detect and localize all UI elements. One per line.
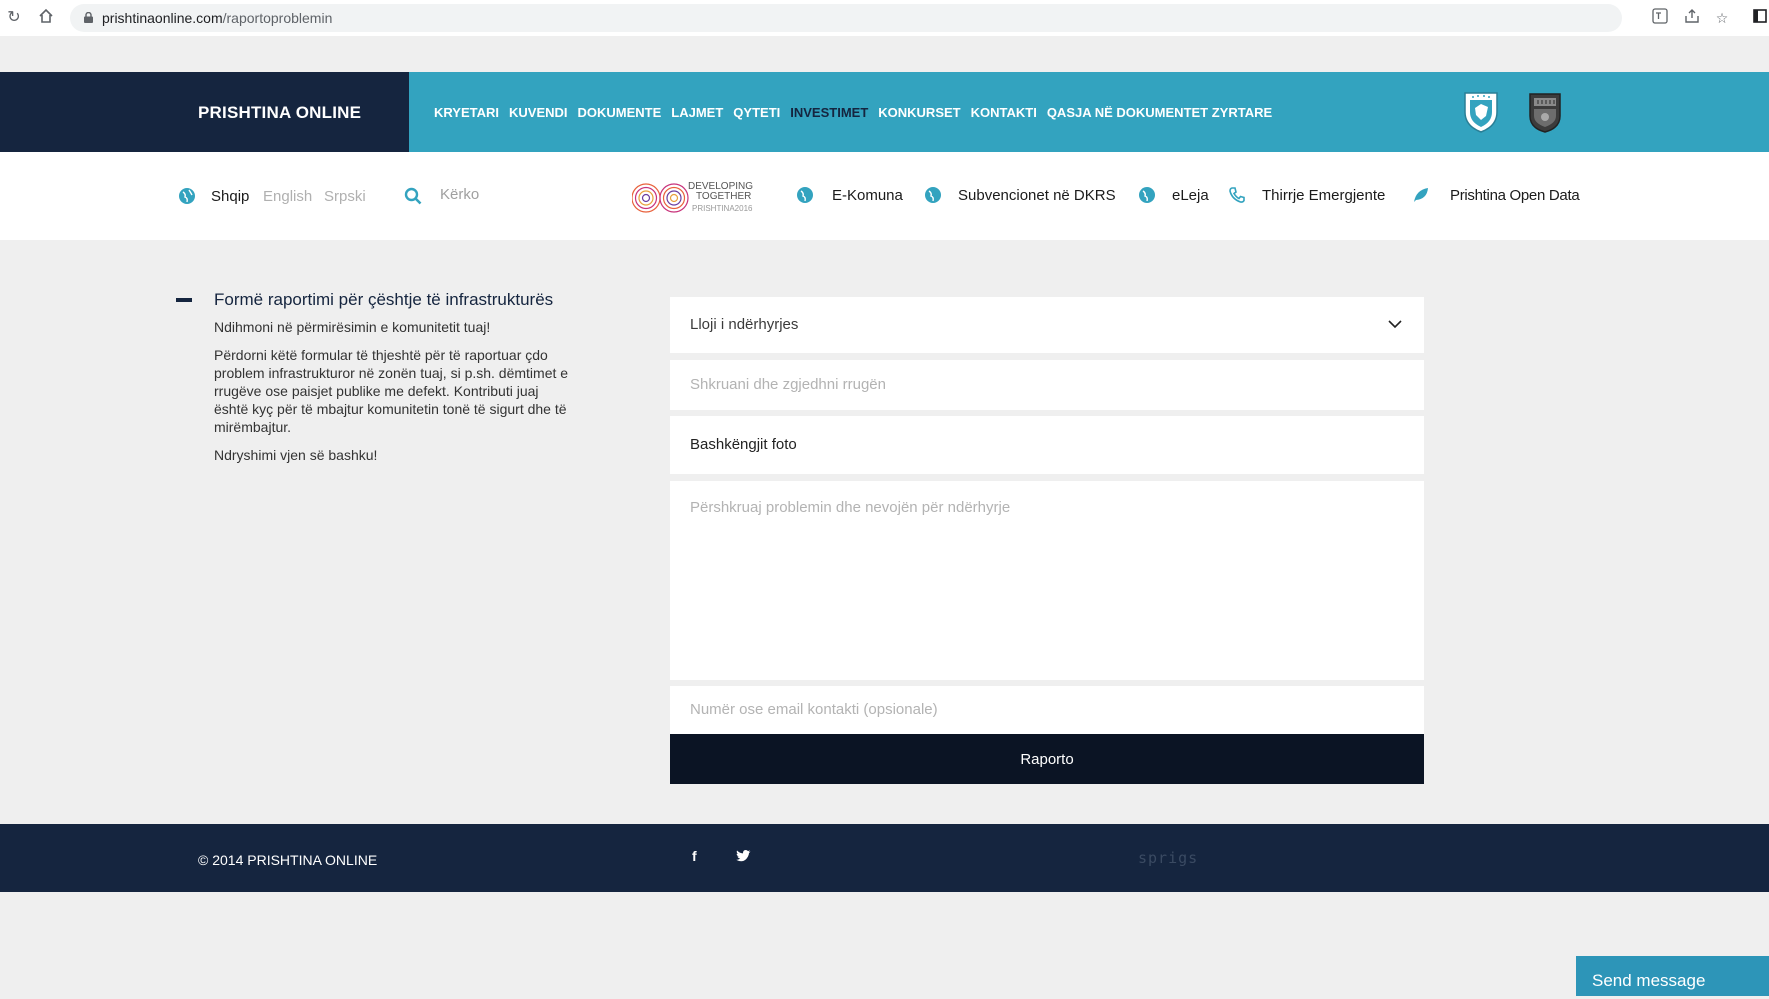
description-paragraph: Përdorni këtë formular të thjeshtë për t… [214,346,634,436]
phone-icon [1229,187,1245,203]
intervention-type-select[interactable]: Lloji i ndërhyrjes [670,297,1424,353]
collapse-dash-icon[interactable] [176,298,192,302]
copyright-text: © 2014 PRISHTINA ONLINE [198,852,378,868]
lock-icon [84,12,93,23]
intervention-type-label: Lloji i ndërhyrjes [690,316,799,333]
contact-field[interactable] [670,686,1424,734]
desc-line: është kyç për të mbajtur komunitetin ton… [214,401,567,417]
translate-icon[interactable] [1650,8,1670,28]
globe-icon [179,188,195,204]
nav-kryetari[interactable]: KRYETARI [434,105,499,120]
street-field[interactable] [670,360,1424,410]
nav-kontakti[interactable]: KONTAKTI [971,105,1037,120]
site-footer: © 2014 PRISHTINA ONLINE f sprigs [0,824,1769,892]
photo-upload[interactable]: Bashkëngjit foto [670,416,1424,474]
globe-link-icon [925,187,941,203]
site-header: PRISHTINA ONLINE KRYETARI KUVENDI DOKUME… [0,72,1769,152]
developing-together-text: DEVELOPING TOGETHER [688,182,753,202]
nav-qyteti[interactable]: QYTETI [733,105,780,120]
sidepanel-icon[interactable] [1750,8,1769,28]
twitter-icon[interactable] [736,850,751,863]
url-path: /raportoproblemin [222,10,333,26]
link-subvencionet[interactable]: Subvencionet në DKRS [958,187,1116,204]
leaf-icon [1414,188,1428,202]
nav-kuvendi[interactable]: KUVENDI [509,105,568,120]
desc-line: mirëmbajtur. [214,419,292,435]
bookmark-star-icon[interactable]: ☆ [1712,8,1732,28]
kosovo-emblem-icon[interactable] [1462,90,1500,134]
link-eleja[interactable]: eLeja [1172,187,1209,204]
closing-text: Ndryshimi vjen së bashku! [214,447,378,463]
url-text: prishtinaonline.com/raportoproblemin [102,10,332,26]
nav-qasja-dokumentet[interactable]: QASJA NË DOKUMENTET ZYRTARE [1047,105,1272,120]
lang-shqip[interactable]: Shqip [211,188,249,205]
intro-text: Ndihmoni në përmirësimin e komunitetit t… [214,319,491,335]
search-icon[interactable] [404,187,422,205]
nav-lajmet[interactable]: LAJMET [671,105,723,120]
report-submit-button[interactable]: Raporto [670,734,1424,784]
contact-input[interactable] [690,701,1390,718]
search-input[interactable] [440,186,560,203]
main-nav: KRYETARI KUVENDI DOKUMENTE LAJMET QYTETI… [434,105,1282,120]
link-e-komuna[interactable]: E-Komuna [832,187,903,204]
address-bar[interactable]: prishtinaonline.com/raportoproblemin [70,4,1622,32]
url-domain: prishtinaonline.com [102,10,223,26]
dev-line-2: TOGETHER [696,191,752,202]
description-field[interactable] [670,481,1424,680]
lang-srpski[interactable]: Srpski [324,188,366,205]
utility-bar: Shqip English Srpski DEVELOPING TOGETHER… [0,152,1769,240]
nav-konkurset[interactable]: KONKURSET [878,105,960,120]
form-title: Formë raportimi për çështje të infrastru… [214,290,554,309]
lang-english[interactable]: English [263,188,312,205]
home-icon[interactable] [36,8,56,28]
chevron-down-icon [1388,320,1402,329]
send-message-button[interactable]: Send message [1576,956,1769,996]
brand-block[interactable]: PRISHTINA ONLINE [0,72,409,152]
facebook-icon[interactable]: f [692,848,697,864]
desc-line: rrugëve ose paisjet publike me defekt. K… [214,383,539,399]
share-icon[interactable] [1682,8,1702,28]
browser-toolbar: ↻ prishtinaonline.com/raportoproblemin ☆ [0,0,1769,36]
desc-line: problem infrastrukturor në zonën tuaj, s… [214,365,569,381]
globe-link-icon [1139,187,1155,203]
sprigs-credit[interactable]: sprigs [1138,849,1198,867]
dev-line-3: PRISHTINA2016 [692,204,753,213]
reload-icon[interactable]: ↻ [4,8,24,28]
globe-link-icon [797,187,813,203]
brand-logo-text[interactable]: PRISHTINA ONLINE [198,103,361,123]
description-textarea[interactable] [690,499,1400,659]
desc-line: Përdorni këtë formular të thjeshtë për t… [214,347,548,363]
photo-upload-label: Bashkëngjit foto [690,436,797,453]
street-input[interactable] [690,376,1390,393]
link-open-data[interactable]: Prishtina Open Data [1450,187,1580,204]
link-thirrje-emergjente[interactable]: Thirrje Emergjente [1262,187,1385,204]
nav-dokumente[interactable]: DOKUMENTE [578,105,662,120]
nav-investimet[interactable]: INVESTIMET [790,105,868,120]
prishtina-coat-of-arms-icon[interactable] [1526,90,1564,134]
